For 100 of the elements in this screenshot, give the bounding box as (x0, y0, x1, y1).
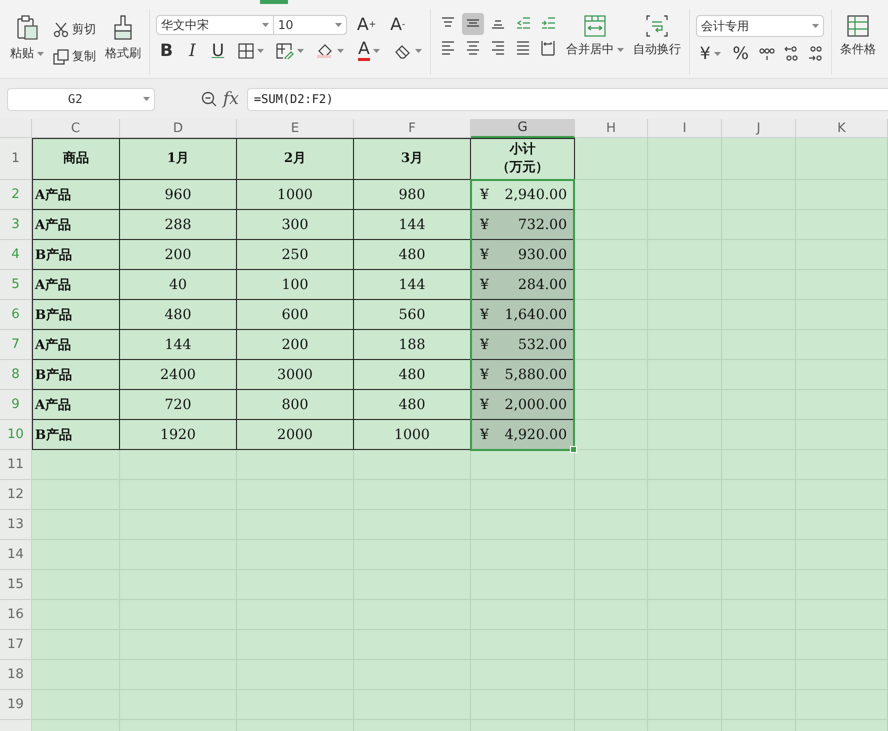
row-header[interactable]: 3 (0, 210, 32, 240)
column-header[interactable]: F (354, 119, 471, 138)
row-header[interactable]: 14 (0, 540, 32, 570)
row-header[interactable]: 6 (0, 300, 32, 330)
currency-symbol: ¥ (480, 336, 489, 352)
column-header[interactable]: I (648, 119, 722, 138)
currency-symbol: ¥ (480, 216, 489, 232)
bold-button[interactable]: B (156, 41, 177, 61)
caret-icon (335, 23, 342, 27)
wrap-text-button[interactable]: 自动换行 (630, 9, 683, 58)
row-header[interactable]: 5 (0, 270, 32, 300)
formula-input[interactable]: =SUM(D2:F2) (246, 88, 888, 110)
row-header[interactable]: 15 (0, 570, 32, 600)
number-format-field[interactable]: 会计专用 (696, 15, 824, 37)
decrease-font-button[interactable]: A$^{-}$ (386, 15, 410, 35)
table-cell: 144 (120, 330, 237, 360)
align-middle-button[interactable] (462, 13, 484, 35)
align-justify-icon (514, 39, 531, 57)
row-header[interactable]: 1 (0, 138, 32, 180)
row-header[interactable]: 4 (0, 240, 32, 270)
row-header[interactable]: 16 (0, 600, 32, 630)
row-header[interactable]: 7 (0, 330, 32, 360)
paint-bucket-icon (316, 43, 334, 59)
column-header[interactable]: K (796, 119, 888, 138)
align-center-icon (464, 39, 481, 57)
row-header[interactable]: 18 (0, 660, 32, 690)
row-header[interactable]: 13 (0, 510, 32, 540)
row-header[interactable]: 12 (0, 480, 32, 510)
caret-icon (372, 49, 380, 53)
table-cell: 200 (237, 330, 354, 360)
table-cell: 800 (237, 390, 354, 420)
row-header[interactable]: 19 (0, 690, 32, 720)
borders-icon (238, 43, 254, 59)
increase-decimal-icon (782, 45, 799, 63)
amount: 5,880.00 (504, 366, 567, 382)
column-header[interactable]: H (575, 119, 648, 138)
merge-cells-icon (584, 15, 606, 37)
paste-button[interactable]: 粘贴 (8, 9, 46, 62)
amount: 1,640.00 (504, 306, 567, 322)
format-painter-button[interactable]: 格式刷 (103, 9, 143, 62)
font-size-field[interactable]: 10 (273, 15, 347, 35)
currency-button[interactable]: ¥ (696, 44, 725, 64)
table-cell: B产品 (32, 300, 120, 330)
table-cell: 960 (120, 180, 237, 210)
table-cell: A产品 (32, 390, 120, 420)
row-header[interactable]: 11 (0, 450, 32, 480)
caret-icon (616, 48, 624, 52)
row-header[interactable]: 8 (0, 360, 32, 390)
table-cell: 1000 (354, 420, 471, 450)
cell-style-button[interactable] (274, 41, 306, 61)
row-header[interactable]: 17 (0, 630, 32, 660)
header-text: 小计 (510, 141, 536, 159)
comma-style-icon (758, 46, 775, 62)
active-tab-indicator (260, 0, 288, 4)
cut-button[interactable]: 剪切 (51, 19, 98, 40)
table-cell: 600 (237, 300, 354, 330)
row-header[interactable]: 2 (0, 180, 32, 210)
currency-symbol: ¥ (480, 396, 489, 412)
column-header[interactable]: E (237, 119, 354, 138)
column-header[interactable]: C (32, 119, 120, 138)
align-distributed-icon (540, 39, 556, 57)
table-cell: 720 (120, 390, 237, 420)
amount: 2,000.00 (504, 396, 567, 412)
font-color-button[interactable]: A (354, 41, 384, 61)
table-cell: 980 (354, 180, 471, 210)
italic-button[interactable]: I (184, 41, 200, 61)
amount: 532.00 (518, 336, 567, 352)
percent-button[interactable]: % (728, 44, 753, 64)
row-header[interactable]: 9 (0, 390, 32, 420)
font-name-field[interactable]: 华文中宋 (156, 15, 274, 35)
caret-icon (37, 52, 44, 56)
function-label[interactable]: fx (223, 89, 239, 109)
table-cell: 288 (120, 210, 237, 240)
merge-center-button[interactable]: 合并居中 (564, 9, 626, 58)
table-cell: 480 (354, 360, 471, 390)
column-header[interactable]: D (120, 119, 237, 138)
table-cell: A产品 (32, 210, 120, 240)
column-header[interactable]: J (722, 119, 796, 138)
row-header[interactable]: 10 (0, 420, 32, 450)
increase-font-button[interactable]: A$^{+}$ (353, 15, 380, 35)
table-cell: 2000 (237, 420, 354, 450)
table-cell: 480 (354, 240, 471, 270)
column-header[interactable]: G (471, 119, 575, 138)
table-icon (846, 15, 869, 37)
zoom-icon (201, 91, 217, 107)
fill-handle[interactable] (570, 446, 577, 453)
table-cell: A产品 (32, 330, 120, 360)
table-cell: B产品 (32, 420, 120, 450)
underline-button[interactable]: U (208, 41, 228, 61)
conditional-format-button[interactable]: 条件格 (838, 9, 878, 58)
currency-symbol: ¥ (480, 276, 489, 292)
name-box[interactable]: G2 (7, 88, 155, 110)
copy-button[interactable]: 复制 (51, 46, 98, 67)
table-cell: 144 (354, 210, 471, 240)
table-cell: 1920 (120, 420, 237, 450)
table-cell: 480 (120, 300, 237, 330)
borders-button[interactable] (236, 41, 266, 61)
table-cell: 200 (120, 240, 237, 270)
caret-icon (812, 24, 819, 28)
clipboard-icon (16, 15, 38, 41)
